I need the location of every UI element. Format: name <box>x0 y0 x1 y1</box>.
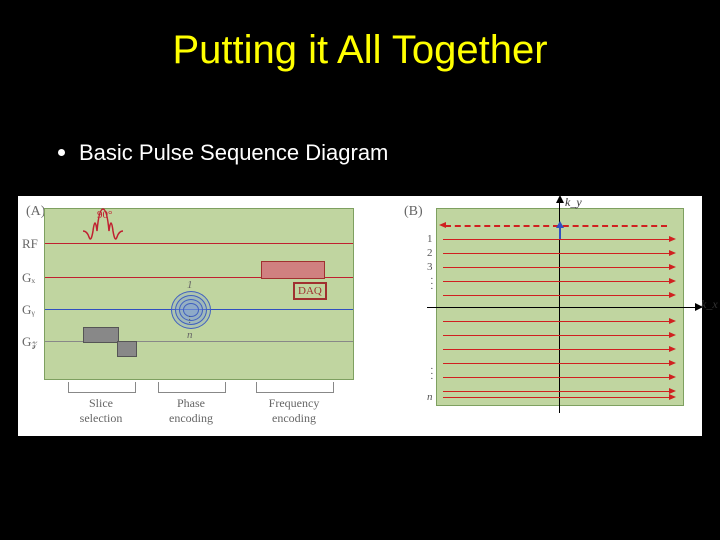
kline-arrow <box>669 236 676 242</box>
bullet-text: Basic Pulse Sequence Diagram <box>79 140 388 165</box>
rf-angle-label: 90° <box>97 209 112 221</box>
row-label-gx: Gₓ <box>22 270 35 286</box>
kline-dots-top: ··· <box>430 277 434 292</box>
daq-label: DAQ <box>293 282 327 300</box>
kline-arrow <box>669 318 676 324</box>
row-label-gy: Gᵧ <box>22 302 35 318</box>
kline-row <box>443 349 671 350</box>
bracket-freq-label: Frequency encoding <box>246 396 342 426</box>
kline-arrow <box>669 374 676 380</box>
kline-row <box>443 239 671 240</box>
panel-a: RF Gₓ Gᵧ G𝓏 90° DAQ 1 n ··· <box>44 208 354 380</box>
bracket-freq <box>256 382 334 393</box>
bullet-dot <box>58 149 65 156</box>
phase-step-top: 1 <box>187 279 193 291</box>
ky-label: k_y <box>565 195 582 210</box>
kx-label: k_x <box>701 297 718 312</box>
kline-arrow <box>669 394 676 400</box>
gz-rephase-block <box>117 341 137 357</box>
gx-readout-block <box>261 261 325 279</box>
kline-num-1: 1 <box>427 233 433 245</box>
figure-container: (A) (B) RF Gₓ Gᵧ G𝓏 90° DAQ <box>18 196 702 436</box>
kline-dots-bot: ··· <box>430 367 434 382</box>
bracket-slice-label: Slice selection <box>60 396 142 426</box>
kline-row <box>443 335 671 336</box>
rf-pulse-icon <box>83 219 123 243</box>
bullet-item: Basic Pulse Sequence Diagram <box>58 140 388 166</box>
kline-row <box>443 377 671 378</box>
kline-arrow <box>669 346 676 352</box>
bracket-phase <box>158 382 226 393</box>
bracket-phase-label: Phase encoding <box>150 396 232 426</box>
kspace-vert-arrow <box>556 221 564 228</box>
panel-b-label: (B) <box>404 204 423 220</box>
phase-dots: ··· <box>188 315 191 324</box>
kline-num-n: n <box>427 391 433 403</box>
kline-arrow <box>669 332 676 338</box>
kline-arrow <box>669 278 676 284</box>
kspace-vert-dash <box>559 227 561 239</box>
kline-row <box>443 281 671 282</box>
ky-axis-arrow <box>556 195 564 203</box>
phase-step-bottom: n <box>187 329 193 341</box>
slide: Putting it All Together Basic Pulse Sequ… <box>0 0 720 540</box>
row-label-rf: RF <box>22 236 38 252</box>
kline-row <box>443 321 671 322</box>
kline-row <box>443 391 671 392</box>
kx-axis <box>427 307 697 308</box>
kline-row <box>443 253 671 254</box>
kline-row <box>443 363 671 364</box>
gz-slice-block <box>83 327 119 343</box>
kline-row <box>443 267 671 268</box>
kspace-return-arrow <box>439 222 446 228</box>
kline-num-2: 2 <box>427 247 433 259</box>
panel-a-label: (A) <box>26 204 45 220</box>
bracket-slice <box>68 382 136 393</box>
kline-row <box>443 295 671 296</box>
kline-num-3: 3 <box>427 261 433 273</box>
kline-row <box>443 397 671 398</box>
kline-arrow <box>669 264 676 270</box>
slide-title: Putting it All Together <box>0 28 720 73</box>
kline-arrow <box>669 292 676 298</box>
panel-b: k_y k_x 1 2 3 n ··· ··· <box>436 208 684 406</box>
row-label-gz: G𝓏 <box>22 334 37 350</box>
kline-arrow <box>669 250 676 256</box>
kline-arrow <box>669 360 676 366</box>
